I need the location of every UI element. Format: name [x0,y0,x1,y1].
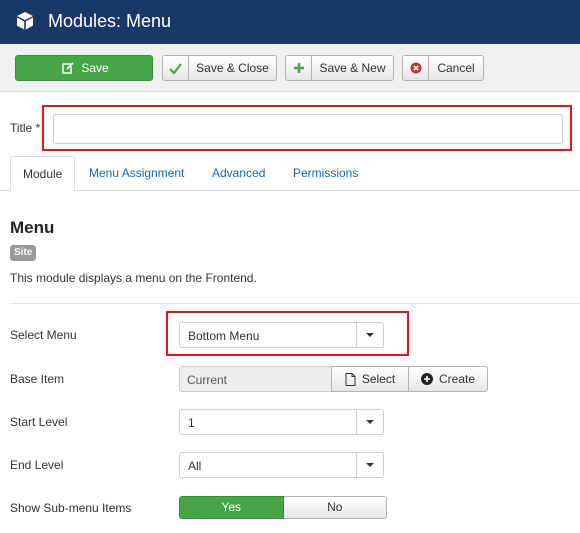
start-level-dropdown[interactable]: 1 [179,409,384,435]
save-close-label: Save & Close [196,61,269,75]
cancel-label: Cancel [437,61,475,75]
module-description: This module displays a menu on the Front… [10,271,257,285]
show-submenu-yes[interactable]: Yes [179,496,284,519]
start-level-value: 1 [188,416,195,430]
base-item-select-button[interactable]: Select [331,366,409,392]
base-item-create-button[interactable]: Create [408,366,488,392]
save-close-button[interactable]: Save & Close [162,55,277,81]
tab-bar: Module Menu Assignment Advanced Permissi… [0,156,580,192]
tab-menu-assignment[interactable]: Menu Assignment [77,156,196,191]
chevron-down-icon [356,323,383,347]
tab-advanced[interactable]: Advanced [200,156,277,191]
select-menu-label: Select Menu [10,328,77,342]
cancel-icon [403,56,429,80]
end-level-value: All [188,459,202,473]
tab-permissions[interactable]: Permissions [281,156,370,191]
show-submenu-toggle: Yes No [179,496,387,519]
check-icon [163,56,189,80]
title-input[interactable] [53,114,563,144]
plus-icon [286,56,312,80]
base-item-field: Current [179,366,332,392]
toolbar: Save Save & Close Save & New Cancel [0,44,580,92]
app-header: Modules: Menu [0,0,580,44]
title-label: Title * [10,121,41,135]
save-new-button[interactable]: Save & New [285,55,394,81]
cancel-button[interactable]: Cancel [402,55,484,81]
select-menu-value: Bottom Menu [188,329,260,343]
chevron-down-icon [356,453,383,477]
page-title: Modules: Menu [48,11,172,31]
site-badge: Site [10,245,37,261]
end-level-dropdown[interactable]: All [179,452,384,478]
save-button[interactable]: Save [15,55,153,81]
chevron-down-icon [356,410,383,434]
tab-module[interactable]: Module [10,156,76,192]
plus-circle-icon [420,373,433,385]
base-item-label: Base Item [10,372,65,386]
start-level-label: Start Level [10,415,68,429]
module-heading: Menu [10,218,55,237]
save-new-label: Save & New [319,61,386,75]
cube-icon [17,12,33,30]
show-submenu-label: Show Sub-menu Items [10,501,132,515]
end-level-label: End Level [10,458,64,472]
divider [10,303,580,304]
select-menu-dropdown[interactable]: Bottom Menu [179,322,384,348]
show-submenu-no[interactable]: No [283,496,387,519]
select-button-label: Select [361,372,396,386]
save-label: Save [81,61,109,75]
create-button-label: Create [438,372,476,386]
edit-icon [59,56,77,80]
file-icon [345,372,356,386]
